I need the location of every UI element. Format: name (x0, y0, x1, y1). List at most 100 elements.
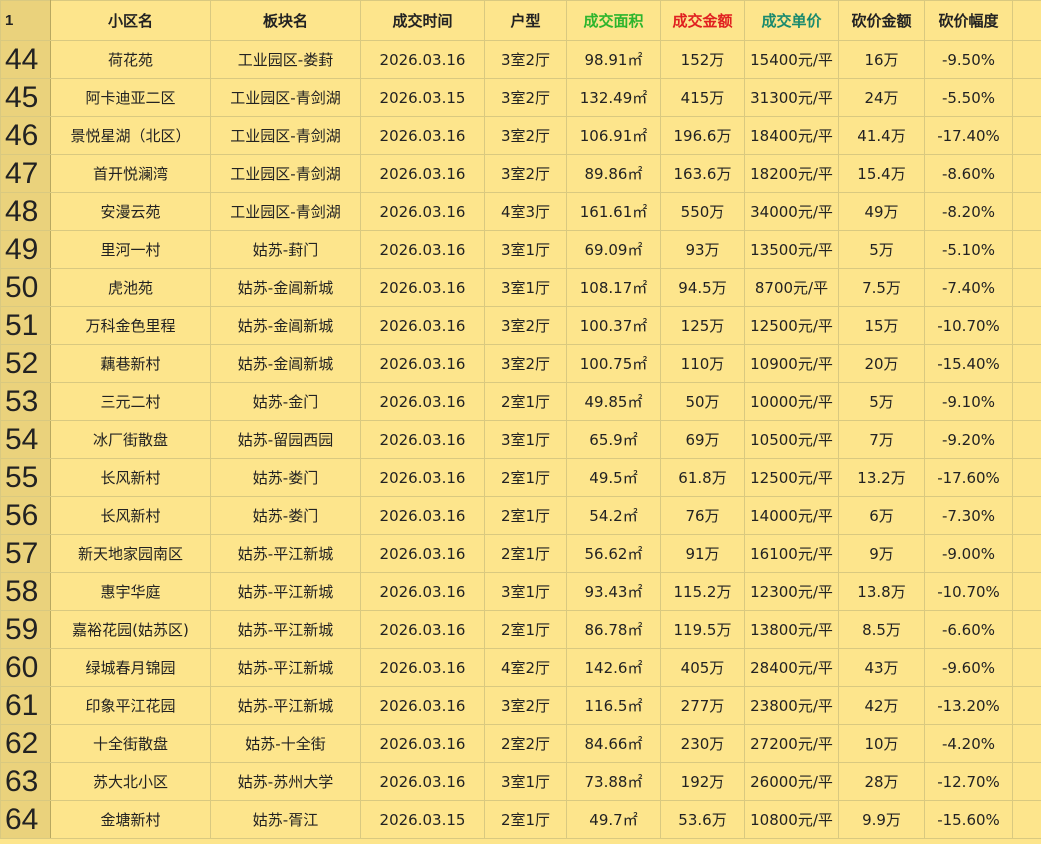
cell-unit-price[interactable]: 12300元/平 (744, 572, 839, 611)
empty-cell[interactable] (1012, 686, 1041, 725)
cell-block-name[interactable]: 姑苏-金阊新城 (210, 268, 361, 307)
cell-cut-percent[interactable]: -9.10% (924, 382, 1013, 421)
cell-area[interactable]: 161.61㎡ (566, 192, 661, 231)
cell-unit-price[interactable]: 13500元/平 (744, 230, 839, 269)
cell-cut-percent[interactable]: -4.20% (924, 724, 1013, 763)
cell-deal-date[interactable]: 2026.03.15 (360, 800, 485, 839)
cell-unit-price[interactable]: 26000元/平 (744, 762, 839, 801)
cell-cut-amount[interactable]: 16万 (838, 40, 925, 79)
cell-unit-price[interactable]: 10900元/平 (744, 344, 839, 383)
cell-cut-amount[interactable]: 13.8万 (838, 572, 925, 611)
cell-layout[interactable]: 4室2厅 (484, 648, 567, 687)
empty-cell[interactable] (1012, 154, 1041, 193)
cell-unit-price[interactable]: 18200元/平 (744, 154, 839, 193)
cell-community-name[interactable]: 绿城春月锦园 (50, 648, 211, 687)
cell-community-name[interactable]: 长风新村 (50, 458, 211, 497)
row-number[interactable]: 55 (0, 458, 51, 497)
column-header-cut-amount[interactable]: 砍价金额 (838, 0, 925, 41)
cell-layout[interactable]: 2室1厅 (484, 496, 567, 535)
cell-community-name[interactable]: 虎池苑 (50, 268, 211, 307)
cell-total-price[interactable]: 192万 (660, 762, 745, 801)
cell-unit-price[interactable]: 18400元/平 (744, 116, 839, 155)
cell-cut-percent[interactable]: -13.20% (924, 686, 1013, 725)
cell-layout[interactable]: 3室2厅 (484, 40, 567, 79)
empty-cell[interactable] (1012, 78, 1041, 117)
cell-cut-amount[interactable]: 15.4万 (838, 154, 925, 193)
cell-cut-percent[interactable]: -6.60% (924, 610, 1013, 649)
cell-layout[interactable]: 3室2厅 (484, 116, 567, 155)
cell-cut-amount[interactable]: 7.5万 (838, 268, 925, 307)
cell-block-name[interactable]: 姑苏-平江新城 (210, 534, 361, 573)
row-number[interactable]: 59 (0, 610, 51, 649)
cell-deal-date[interactable]: 2026.03.16 (360, 420, 485, 459)
empty-cell[interactable] (1012, 610, 1041, 649)
cell-layout[interactable]: 3室1厅 (484, 420, 567, 459)
cell-unit-price[interactable]: 10800元/平 (744, 800, 839, 839)
cell-cut-percent[interactable]: -5.10% (924, 230, 1013, 269)
empty-cell[interactable] (1012, 382, 1041, 421)
cell-deal-date[interactable]: 2026.03.16 (360, 382, 485, 421)
cell-total-price[interactable]: 163.6万 (660, 154, 745, 193)
cell-cut-amount[interactable]: 13.2万 (838, 458, 925, 497)
row-number[interactable]: 47 (0, 154, 51, 193)
cell-cut-percent[interactable]: -9.50% (924, 40, 1013, 79)
row-number[interactable]: 44 (0, 40, 51, 79)
cell-area[interactable]: 69.09㎡ (566, 230, 661, 269)
cell-deal-date[interactable]: 2026.03.16 (360, 154, 485, 193)
cell-total-price[interactable]: 196.6万 (660, 116, 745, 155)
row-number[interactable]: 45 (0, 78, 51, 117)
cell-cut-amount[interactable]: 9.9万 (838, 800, 925, 839)
cell-area[interactable]: 100.75㎡ (566, 344, 661, 383)
empty-cell[interactable] (1012, 458, 1041, 497)
cell-unit-price[interactable]: 16100元/平 (744, 534, 839, 573)
cell-area[interactable]: 108.17㎡ (566, 268, 661, 307)
row-number[interactable]: 46 (0, 116, 51, 155)
cell-deal-date[interactable]: 2026.03.16 (360, 496, 485, 535)
cell-block-name[interactable]: 工业园区-青剑湖 (210, 192, 361, 231)
cell-cut-percent[interactable]: -7.40% (924, 268, 1013, 307)
column-header-name[interactable]: 小区名 (50, 0, 211, 41)
cell-cut-amount[interactable]: 8.5万 (838, 610, 925, 649)
cell-total-price[interactable]: 76万 (660, 496, 745, 535)
cell-cut-percent[interactable]: -17.40% (924, 116, 1013, 155)
cell-block-name[interactable]: 姑苏-平江新城 (210, 686, 361, 725)
cell-total-price[interactable]: 115.2万 (660, 572, 745, 611)
cell-community-name[interactable]: 印象平江花园 (50, 686, 211, 725)
cell-layout[interactable]: 3室1厅 (484, 230, 567, 269)
cell-total-price[interactable]: 230万 (660, 724, 745, 763)
cell-layout[interactable]: 2室1厅 (484, 458, 567, 497)
cell-cut-amount[interactable]: 42万 (838, 686, 925, 725)
column-header-block[interactable]: 板块名 (210, 0, 361, 41)
cell-cut-percent[interactable]: -10.70% (924, 572, 1013, 611)
cell-total-price[interactable]: 91万 (660, 534, 745, 573)
cell-deal-date[interactable]: 2026.03.16 (360, 344, 485, 383)
cell-block-name[interactable]: 姑苏-娄门 (210, 496, 361, 535)
row-number[interactable]: 48 (0, 192, 51, 231)
cell-area[interactable]: 54.2㎡ (566, 496, 661, 535)
cell-cut-amount[interactable]: 24万 (838, 78, 925, 117)
cell-total-price[interactable]: 53.6万 (660, 800, 745, 839)
cell-cut-amount[interactable]: 5万 (838, 230, 925, 269)
empty-cell[interactable] (1012, 496, 1041, 535)
cell-area[interactable]: 100.37㎡ (566, 306, 661, 345)
cell-area[interactable]: 132.49㎡ (566, 78, 661, 117)
cell-layout[interactable]: 2室1厅 (484, 534, 567, 573)
cell-community-name[interactable]: 十全街散盘 (50, 724, 211, 763)
cell-layout[interactable]: 3室1厅 (484, 268, 567, 307)
cell-unit-price[interactable]: 13800元/平 (744, 610, 839, 649)
empty-cell[interactable] (1012, 572, 1041, 611)
cell-unit-price[interactable]: 31300元/平 (744, 78, 839, 117)
cell-deal-date[interactable]: 2026.03.16 (360, 458, 485, 497)
cell-cut-percent[interactable]: -5.50% (924, 78, 1013, 117)
cell-deal-date[interactable]: 2026.03.16 (360, 192, 485, 231)
cell-cut-percent[interactable]: -8.20% (924, 192, 1013, 231)
cell-cut-amount[interactable]: 41.4万 (838, 116, 925, 155)
cell-deal-date[interactable]: 2026.03.16 (360, 724, 485, 763)
cell-deal-date[interactable]: 2026.03.16 (360, 610, 485, 649)
cell-deal-date[interactable]: 2026.03.16 (360, 116, 485, 155)
cell-cut-percent[interactable]: -8.60% (924, 154, 1013, 193)
row-number[interactable]: 53 (0, 382, 51, 421)
cell-cut-amount[interactable]: 49万 (838, 192, 925, 231)
cell-community-name[interactable]: 长风新村 (50, 496, 211, 535)
cell-community-name[interactable]: 里河一村 (50, 230, 211, 269)
